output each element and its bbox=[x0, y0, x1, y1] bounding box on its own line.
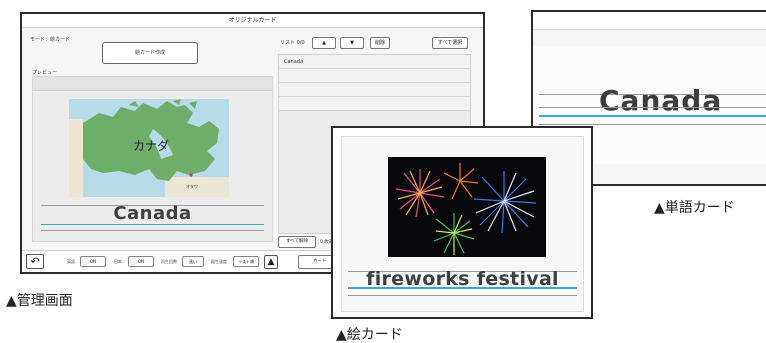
play-count-select[interactable]: 速い bbox=[182, 256, 204, 267]
list-item[interactable]: Canada bbox=[279, 55, 470, 69]
play-count-label: 再生回数 bbox=[161, 259, 177, 264]
move-down-button[interactable]: ▼ bbox=[340, 37, 364, 49]
list-item[interactable] bbox=[279, 97, 470, 111]
guide-line bbox=[41, 224, 264, 225]
window-title: オリジナルカード bbox=[22, 14, 483, 28]
word-card-word: Canada bbox=[599, 84, 723, 117]
picture-card-window: fireworks festival bbox=[331, 126, 593, 319]
list-item[interactable] bbox=[279, 83, 470, 97]
word-card-header bbox=[533, 12, 766, 30]
preview-word: Canada bbox=[113, 203, 192, 224]
undo-button[interactable]: ↶ bbox=[26, 254, 44, 269]
list-item[interactable] bbox=[279, 69, 470, 83]
english-toggle[interactable]: ON bbox=[80, 256, 106, 267]
move-up-button[interactable]: ▲ bbox=[312, 37, 336, 49]
picture-card-area: fireworks festival bbox=[341, 136, 584, 312]
delete-button[interactable]: 削除 bbox=[370, 37, 390, 49]
deselect-all-button[interactable]: すべて解除 bbox=[278, 236, 316, 248]
guide-line bbox=[539, 107, 766, 108]
guide-line bbox=[348, 287, 577, 289]
caption-word-card: ▲単語カード bbox=[654, 200, 735, 216]
map-label-canada: カナダ bbox=[133, 139, 170, 153]
play-speed-label: 再生速度 bbox=[211, 259, 227, 264]
map-label-ottawa: オタワ bbox=[186, 184, 198, 189]
japanese-label: 日本 bbox=[114, 259, 122, 264]
caption-admin: ▲管理画面 bbox=[6, 293, 73, 309]
fireworks-image bbox=[388, 157, 546, 257]
list-count: リスト 0/0 bbox=[280, 40, 305, 46]
preview-label: プレビュー bbox=[32, 70, 58, 76]
japanese-toggle[interactable]: ON bbox=[128, 256, 154, 267]
english-label: 英語 bbox=[67, 259, 75, 264]
guide-line bbox=[539, 124, 766, 125]
preview-toolbar bbox=[33, 77, 272, 91]
guide-line bbox=[41, 230, 264, 231]
select-all-button[interactable]: すべて選択 bbox=[432, 37, 468, 49]
play-order-select[interactable]: リスト順 bbox=[233, 256, 259, 267]
preview-panel: カナダ オタワ Canada bbox=[32, 76, 273, 242]
caption-picture-card: ▲絵カード bbox=[336, 327, 403, 343]
guide-line bbox=[348, 295, 577, 296]
guide-line bbox=[539, 115, 766, 117]
expand-up-button[interactable]: ▲ bbox=[264, 255, 278, 269]
create-card-button[interactable]: 絵カード作成 bbox=[102, 42, 198, 64]
mode-label: モード：絵カード bbox=[30, 37, 71, 43]
